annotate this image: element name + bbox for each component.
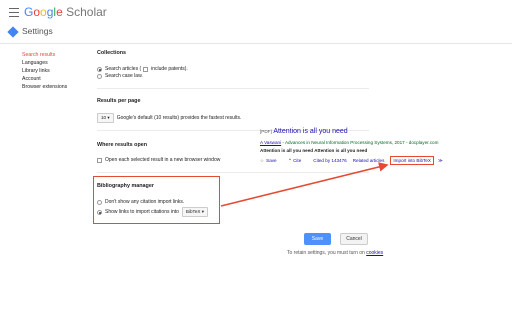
page-title: Settings: [22, 26, 53, 36]
sidebar-item-library-links[interactable]: Library links: [22, 67, 67, 75]
include-patents-checkbox[interactable]: [143, 66, 149, 72]
show-citation-links-option[interactable]: Show links to import citations into BibT…: [97, 207, 211, 217]
settings-diamond-icon: [7, 26, 19, 38]
new-window-checkbox[interactable]: [97, 157, 102, 163]
menu-icon[interactable]: [9, 8, 19, 17]
results-per-page-row: 10 ▾ Google's default (10 results) provi…: [97, 113, 241, 123]
citation-format-value: BibTeX: [185, 209, 201, 214]
show-citation-links-label: Show links to import citations into: [105, 209, 179, 215]
sidebar-item-search-results[interactable]: Search results: [22, 51, 67, 59]
search-case-law-option[interactable]: Search case law.: [97, 73, 143, 79]
star-icon: ☆: [260, 157, 265, 163]
sample-result-snippet: Attention is all you need Attention is a…: [260, 148, 368, 153]
more-options-icon[interactable]: ≫: [438, 158, 443, 164]
search-case-law-radio[interactable]: [97, 73, 102, 79]
save-link-label: Save: [266, 157, 277, 163]
search-articles-radio[interactable]: [97, 66, 102, 72]
section-divider: [97, 88, 369, 89]
top-bar: Google Scholar Settings: [0, 0, 512, 44]
bibliography-heading: Bibliography manager: [97, 183, 154, 189]
logo-letter: e: [56, 5, 63, 19]
results-per-page-select[interactable]: 10 ▾: [97, 113, 114, 123]
sidebar-item-languages[interactable]: Languages: [22, 59, 67, 67]
results-per-page-heading: Results per page: [97, 98, 141, 104]
sample-result-source: A Vaswani - Advances in Neural Informati…: [260, 140, 438, 145]
cited-by-link[interactable]: Cited by 143476: [313, 158, 346, 163]
show-citation-links-radio[interactable]: [97, 209, 102, 215]
sample-result-title[interactable]: [PDF] Attention is all you need: [260, 128, 348, 135]
no-citation-links-radio[interactable]: [97, 199, 102, 205]
new-window-option[interactable]: Open each selected result in a new brows…: [97, 157, 220, 163]
include-patents-label: include patents).: [151, 66, 188, 72]
cite-link-label: Cite: [293, 157, 302, 163]
cancel-button[interactable]: Cancel: [340, 233, 368, 245]
logo-letter: o: [40, 5, 47, 19]
no-citation-links-option[interactable]: Don't show any citation import links.: [97, 199, 184, 205]
search-case-law-label: Search case law.: [105, 73, 143, 79]
search-articles-label: Search articles (: [105, 66, 142, 72]
import-bibtex-link[interactable]: Import into BibTeX: [390, 156, 434, 165]
sample-result-actions: ☆ Save ❝ Cite Cited by 143476 Related arti…: [260, 156, 449, 165]
pdf-tag: [PDF]: [260, 129, 272, 134]
logo-letter: G: [24, 5, 34, 19]
cite-link[interactable]: ❝ Cite: [289, 158, 308, 164]
where-results-open-heading: Where results open: [97, 142, 148, 148]
collections-heading: Collections: [97, 50, 127, 56]
save-button[interactable]: Save: [304, 233, 331, 245]
save-link[interactable]: ☆ Save: [260, 158, 283, 164]
section-divider: [97, 172, 369, 173]
search-articles-option[interactable]: Search articles ( include patents).: [97, 66, 188, 72]
settings-sidebar: Search results Languages Library links A…: [22, 51, 67, 91]
cookies-link[interactable]: cookies: [366, 250, 383, 256]
result-title-text[interactable]: Attention is all you need: [273, 128, 347, 135]
results-per-page-note: Google's default (10 results) provides t…: [116, 115, 242, 121]
cookies-note: To retain settings, you must turn on coo…: [287, 250, 383, 256]
source-text: - Advances in Neural Information Process…: [281, 140, 439, 145]
logo-text: Scholar: [62, 5, 107, 19]
cookies-note-text: To retain settings, you must turn on: [287, 250, 367, 256]
author-link[interactable]: A Vaswani: [260, 140, 281, 145]
results-per-page-value: 10: [101, 115, 107, 120]
sidebar-item-browser-extensions[interactable]: Browser extensions: [22, 83, 67, 91]
no-citation-links-label: Don't show any citation import links.: [105, 199, 185, 205]
new-window-label: Open each selected result in a new brows…: [105, 157, 221, 163]
quote-icon: ❝: [288, 157, 292, 163]
citation-format-select[interactable]: BibTeX ▾: [181, 207, 209, 217]
sidebar-item-account[interactable]: Account: [22, 75, 67, 83]
google-scholar-logo[interactable]: Google Scholar: [24, 4, 107, 20]
related-articles-link[interactable]: Related articles: [353, 158, 385, 163]
